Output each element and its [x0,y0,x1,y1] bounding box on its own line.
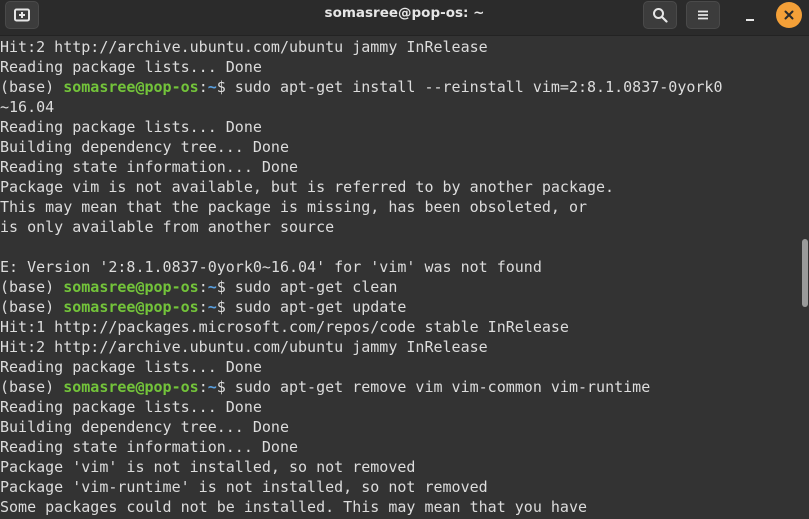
output-line: Building dependency tree... Done [0,138,289,156]
output-line: Reading package lists... Done [0,118,262,136]
prompt-separator: : [198,278,208,296]
output-line: Reading package lists... Done [0,358,262,376]
output-line: ~16.04 [0,98,55,116]
search-button[interactable] [643,1,677,29]
output-line: Hit:2 http://archive.ubuntu.com/ubuntu j… [0,338,488,356]
scrollbar[interactable] [801,37,809,519]
hamburger-menu-icon [698,10,708,20]
user-host: somasree@pop-os [63,78,199,96]
output-line: E: Version '2:8.1.0837-0york0~16.04' for… [0,258,542,276]
output-line: Package 'vim-runtime' is not installed, … [0,478,488,496]
minimize-icon [746,19,754,21]
output-line: Hit:2 http://archive.ubuntu.com/ubuntu j… [0,38,488,56]
conda-env-label: (base) [0,298,64,316]
output-line: Reading package lists... Done [0,58,262,76]
output-line: Some packages could not be installed. Th… [0,498,587,516]
output-line: Package 'vim' is not installed, so not r… [0,458,416,476]
prompt-line: (base) somasree@pop-os:~$ sudo apt-get r… [0,377,800,397]
prompt-separator: : [198,378,208,396]
prompt-line: (base) somasree@pop-os:~$ sudo apt-get i… [0,77,800,97]
command-text: $ sudo apt-get remove vim vim-common vim… [216,378,651,396]
output-line: Package vim is not available, but is ref… [0,178,615,196]
title-bar[interactable]: somasree@pop-os: ~ [0,0,809,36]
command-text: $ sudo apt-get update [216,298,407,316]
output-line: Reading package lists... Done [0,398,262,416]
working-directory: ~ [207,298,217,316]
output-line: is only available from another source [0,218,335,236]
menu-button[interactable] [686,1,720,29]
terminal-output[interactable]: Hit:2 http://archive.ubuntu.com/ubuntu j… [0,37,800,519]
output-line: Reading state information... Done [0,158,299,176]
close-button[interactable] [776,2,802,28]
prompt-line: (base) somasree@pop-os:~$ sudo apt-get u… [0,297,800,317]
user-host: somasree@pop-os [63,298,199,316]
new-tab-icon [14,8,30,22]
conda-env-label: (base) [0,78,64,96]
conda-env-label: (base) [0,278,64,296]
output-line: Reading state information... Done [0,438,299,456]
working-directory: ~ [207,378,217,396]
conda-env-label: (base) [0,378,64,396]
prompt-separator: : [198,298,208,316]
command-text: $ sudo apt-get clean [216,278,398,296]
output-line: Building dependency tree... Done [0,418,289,436]
close-icon [784,10,794,20]
command-text: $ sudo apt-get install --reinstall vim=2… [216,78,723,96]
user-host: somasree@pop-os [63,278,199,296]
terminal-window: somasree@pop-os: ~ Hit:2 http://archive.… [0,0,809,519]
prompt-line: (base) somasree@pop-os:~$ sudo apt-get c… [0,277,800,297]
user-host: somasree@pop-os [63,378,199,396]
prompt-separator: : [198,78,208,96]
minimize-button[interactable] [733,2,767,30]
search-icon [653,8,668,23]
output-line: Hit:1 http://packages.microsoft.com/repo… [0,318,569,336]
output-line: This may mean that the package is missin… [0,198,587,216]
scrollbar-thumb[interactable] [802,239,808,307]
working-directory: ~ [207,278,217,296]
new-tab-button[interactable] [5,1,39,29]
working-directory: ~ [207,78,217,96]
